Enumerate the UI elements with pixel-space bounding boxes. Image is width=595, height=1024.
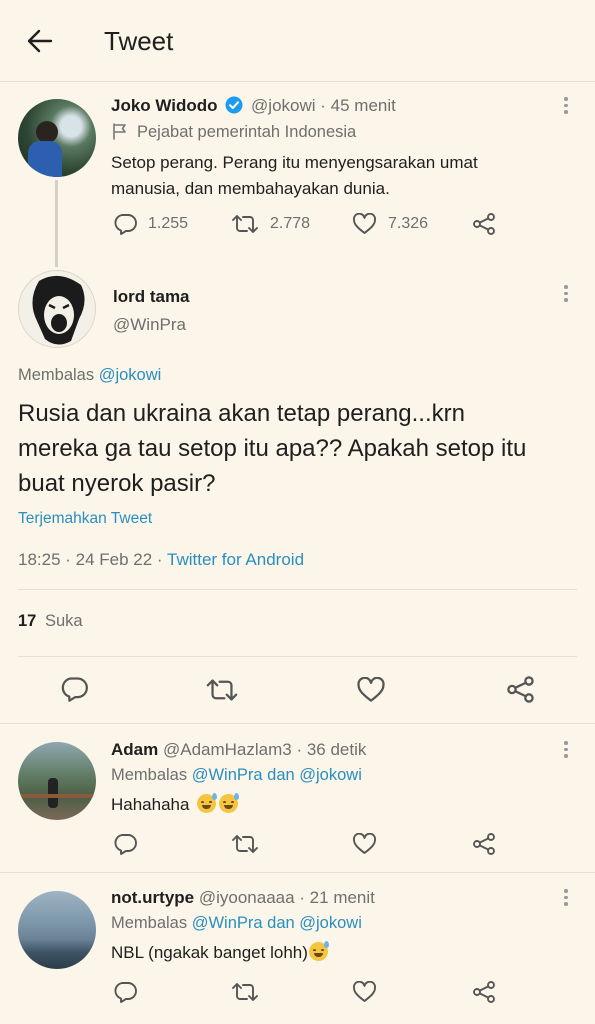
author-handle[interactable]: @WinPra xyxy=(113,315,186,335)
share-icon[interactable] xyxy=(506,675,535,704)
verified-icon xyxy=(225,96,243,114)
like-icon[interactable] xyxy=(356,677,386,703)
likes-divider xyxy=(18,656,577,657)
page-title: Tweet xyxy=(104,26,174,56)
likes-label: Suka xyxy=(44,612,83,630)
reply-icon[interactable] xyxy=(113,981,137,1003)
replying-prefix: Membalas xyxy=(111,766,188,784)
avatar[interactable] xyxy=(18,742,96,820)
tweet-source[interactable]: Twitter for Android xyxy=(167,550,304,569)
original-tweet[interactable]: Joko Widodo @jokowi · 45 menit Pejabat p… xyxy=(0,82,595,267)
government-label: Pejabat pemerintah Indonesia xyxy=(111,122,356,142)
tweet-time: · 36 detik xyxy=(296,740,367,759)
retweet-action[interactable]: 2.778 xyxy=(231,213,310,235)
tweet-text: Rusia dan ukraina akan tetap perang...kr… xyxy=(18,396,526,501)
reply-tweet[interactable]: Adam @AdamHazlam3 · 36 detik Membalas @W… xyxy=(0,724,595,872)
replying-to: Membalas @WinPra dan @jokowi xyxy=(111,914,362,933)
reply-icon xyxy=(114,214,137,235)
translate-link[interactable]: Terjemahkan Tweet xyxy=(18,510,152,528)
likes-summary[interactable]: 17 Suka xyxy=(18,612,83,631)
author-name[interactable]: Joko Widodo xyxy=(111,96,218,115)
retweet-icon[interactable] xyxy=(205,677,239,703)
tweet-text-line: mereka ga tau setop itu apa?? Apakah set… xyxy=(18,435,527,462)
author-name[interactable]: not.urtype xyxy=(111,888,194,907)
replying-to: Membalas @WinPra dan @jokowi xyxy=(111,766,362,785)
tweet-text-line: buat nyerok pasir? xyxy=(18,470,216,497)
more-icon[interactable] xyxy=(563,889,569,906)
author-name[interactable]: Adam xyxy=(111,740,158,759)
crying-laughing-emoji xyxy=(308,941,329,961)
like-icon[interactable] xyxy=(352,833,377,855)
author-handle[interactable]: @AdamHazlam3 xyxy=(163,740,292,759)
mention-link[interactable]: @WinPra dan @jokowi xyxy=(192,914,362,932)
more-icon[interactable] xyxy=(563,285,569,302)
likes-count: 17 xyxy=(18,612,37,630)
avatar[interactable] xyxy=(18,270,96,348)
reply-header: not.urtype @iyoonaaaa · 21 menit xyxy=(111,888,375,908)
tweet-text: Setop perang. Perang itu menyengsarakan … xyxy=(111,150,478,202)
reply-tweet[interactable]: not.urtype @iyoonaaaa · 21 menit Membala… xyxy=(0,873,595,1024)
more-icon[interactable] xyxy=(563,97,569,114)
tweet-text-line: Setop perang. Perang itu menyengsarakan … xyxy=(111,153,478,172)
replying-to: Membalas @jokowi xyxy=(18,366,161,385)
share-icon[interactable] xyxy=(472,212,496,236)
author-handle[interactable]: @jokowi xyxy=(251,96,316,115)
share-icon[interactable] xyxy=(472,980,496,1004)
mention-link[interactable]: @jokowi xyxy=(99,366,162,384)
retweet-count: 2.778 xyxy=(270,215,311,232)
tweet-datetime: 18:25 · 24 Feb 22 · xyxy=(18,550,163,569)
like-count: 7.326 xyxy=(388,215,429,232)
header: Tweet xyxy=(0,0,595,82)
tweet-text: Hahahaha xyxy=(111,793,240,815)
author-name[interactable]: lord tama xyxy=(113,287,190,307)
reply-action[interactable]: 1.255 xyxy=(113,213,188,235)
retweet-icon[interactable] xyxy=(231,833,259,855)
like-icon xyxy=(353,213,376,234)
retweet-icon[interactable] xyxy=(231,981,259,1003)
main-tweet: lord tama @WinPra Membalas @jokowi Rusia… xyxy=(0,252,595,722)
avatar[interactable] xyxy=(18,99,96,177)
tweet-text: NBL (ngakak banget lohh) xyxy=(111,941,329,963)
like-action[interactable]: 7.326 xyxy=(352,213,428,235)
sweat-smile-emoji xyxy=(219,793,240,813)
tweet-time: · 21 menit xyxy=(299,888,375,907)
replying-prefix: Membalas xyxy=(111,914,188,932)
retweet-icon xyxy=(232,215,258,233)
avatar-illustration xyxy=(32,275,85,345)
reply-count: 1.255 xyxy=(148,215,189,232)
reply-icon[interactable] xyxy=(113,833,137,855)
author-handle[interactable]: @iyoonaaaa xyxy=(199,888,295,907)
tweet-text-line: Rusia dan ukraina akan tetap perang...kr… xyxy=(18,400,465,427)
tweet-text-line: manusia, dan membahayakan dunia. xyxy=(111,179,390,198)
avatar[interactable] xyxy=(18,891,96,969)
tweet-meta: 18:25 · 24 Feb 22 · Twitter for Android xyxy=(18,550,304,570)
back-arrow-icon[interactable] xyxy=(26,28,54,54)
mention-link[interactable]: @WinPra dan @jokowi xyxy=(192,766,362,784)
government-label-text: Pejabat pemerintah Indonesia xyxy=(137,123,357,141)
replying-prefix: Membalas xyxy=(18,366,95,384)
original-tweet-header: Joko Widodo @jokowi · 45 menit xyxy=(111,96,396,116)
meta-divider xyxy=(18,589,577,590)
more-icon[interactable] xyxy=(563,741,569,758)
like-icon[interactable] xyxy=(352,981,377,1003)
reply-icon[interactable] xyxy=(60,676,88,702)
share-icon[interactable] xyxy=(472,832,496,856)
tweet-time: · 45 menit xyxy=(320,96,396,115)
tweet-text-line: Hahahaha xyxy=(111,795,190,814)
tweet-text-line: NBL (ngakak banget lohh) xyxy=(111,943,308,962)
sweat-smile-emoji xyxy=(197,793,218,813)
reply-header: Adam @AdamHazlam3 · 36 detik xyxy=(111,740,366,760)
flag-icon xyxy=(113,123,126,140)
